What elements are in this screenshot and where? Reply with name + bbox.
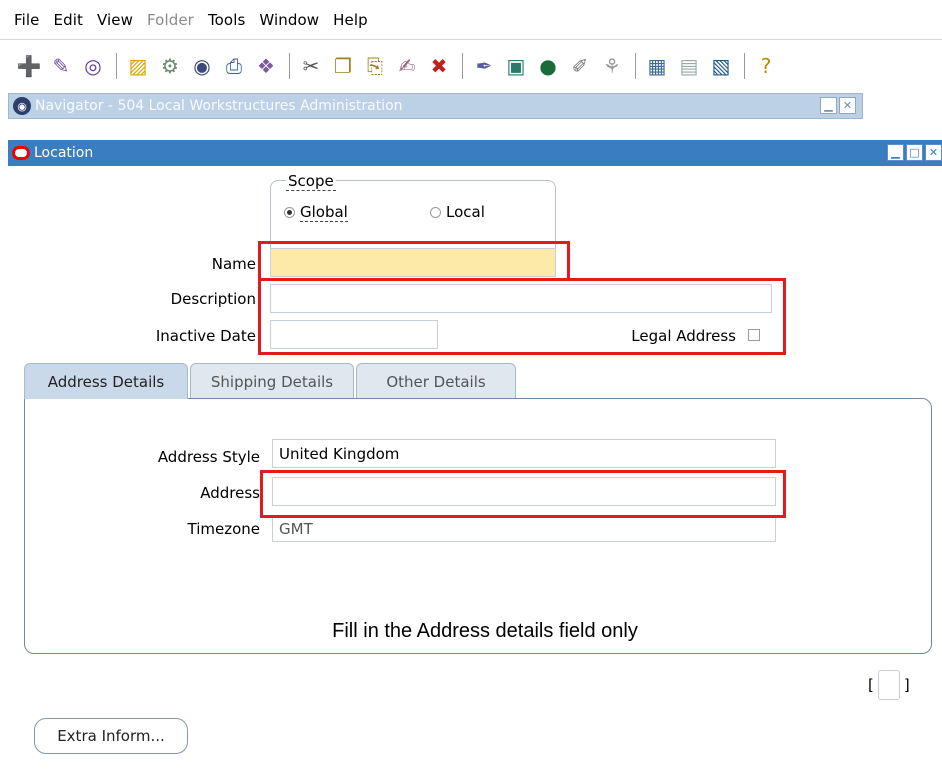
menu-tools[interactable]: Tools	[208, 11, 245, 29]
translations-icon[interactable]: ▣	[503, 53, 529, 79]
menu-help[interactable]: Help	[333, 11, 368, 29]
paste-icon[interactable]: ⎘	[362, 53, 388, 79]
bracket-close: ]	[903, 676, 910, 694]
tab-address-details-label: Address Details	[47, 372, 165, 391]
menu-edit[interactable]: Edit	[54, 11, 83, 29]
delete-record-icon[interactable]: ✖	[426, 53, 452, 79]
toolbar-separator	[635, 53, 636, 79]
tab-shipping-details[interactable]: Shipping Details	[190, 363, 354, 399]
toolbar: ➕ ✎ ◎ ▨ ⚙ ◉ ⎙ ❖ ✂ ❐ ⎘ ✍ ✖ ✒ ▣ ● ✐ ⚘ ▦ ▤ …	[0, 41, 942, 91]
description-label: Description	[170, 290, 256, 308]
radio-global-indicator[interactable]	[284, 207, 295, 218]
address-style-field[interactable]	[272, 439, 776, 468]
attachments-icon[interactable]: ✐	[567, 53, 593, 79]
minimize-icon[interactable]: ▁	[887, 144, 904, 161]
radio-local-indicator[interactable]	[430, 206, 441, 218]
extra-information-label: Extra Inform...	[57, 727, 165, 745]
address-style-label: Address Style	[157, 448, 260, 466]
scope-label: Scope	[286, 172, 336, 191]
name-label: Name	[211, 255, 256, 273]
minimize-icon[interactable]: ▁	[820, 97, 837, 114]
close-icon[interactable]: ✕	[925, 144, 942, 161]
toolbar-separator	[462, 53, 463, 79]
highlight-description-box	[258, 278, 786, 355]
menu-file[interactable]: File	[14, 11, 40, 29]
scope-global-radio[interactable]: Global	[284, 203, 348, 222]
navigator-window-titlebar[interactable]: ◉ Navigator - 504 Local Workstructures A…	[8, 93, 863, 119]
location-window-titlebar[interactable]: Location ▁ □ ✕	[8, 140, 942, 166]
timezone-field[interactable]	[272, 515, 776, 542]
clear-icon[interactable]: ▤	[676, 53, 702, 79]
window-icon[interactable]: ▧	[708, 53, 734, 79]
flashlight-icon[interactable]: ✎	[48, 53, 74, 79]
new-record-icon[interactable]: ✍	[394, 53, 420, 79]
timezone-label: Timezone	[187, 520, 261, 538]
close-form-icon[interactable]: ❖	[253, 53, 279, 79]
scope-global-label: Global	[300, 203, 348, 222]
toolbar-separator	[289, 53, 290, 79]
copy-icon[interactable]: ❐	[330, 53, 356, 79]
globe-icon[interactable]: ●	[535, 53, 561, 79]
tab-other-details[interactable]: Other Details	[356, 363, 516, 399]
calendar-icon[interactable]: ▦	[644, 53, 670, 79]
folder-tools-icon[interactable]: ⚘	[599, 53, 625, 79]
bracket-input[interactable]	[877, 670, 900, 700]
help-icon[interactable]: ?	[753, 53, 779, 79]
oracle-logo-icon	[12, 146, 30, 160]
cut-icon[interactable]: ✂	[298, 53, 324, 79]
instruction-text: Fill in the Address details field only	[332, 620, 638, 642]
menu-folder[interactable]: Folder	[147, 11, 194, 29]
tab-other-details-label: Other Details	[386, 372, 486, 391]
inactive-date-label: Inactive Date	[155, 327, 256, 345]
scope-local-radio[interactable]: Local	[430, 203, 485, 221]
new-icon[interactable]: ➕	[16, 53, 42, 79]
navigator-title: Navigator - 504 Local Workstructures Adm…	[35, 98, 403, 114]
edit-field-icon[interactable]: ✒	[471, 53, 497, 79]
print-icon[interactable]: ⎙	[221, 53, 247, 79]
address-label: Address	[200, 484, 260, 502]
toolbar-separator	[744, 53, 745, 79]
bracket-field: [ ]	[868, 670, 910, 700]
highlight-address-box	[260, 470, 786, 518]
location-window-controls: ▁ □ ✕	[887, 144, 942, 161]
menu-view[interactable]: View	[97, 11, 133, 29]
tab-address-details[interactable]: Address Details	[24, 363, 188, 399]
tab-shipping-details-label: Shipping Details	[210, 372, 334, 391]
navigator-window-controls: ▁ ✕	[820, 97, 856, 114]
highlight-name-box	[258, 241, 570, 281]
zoom-icon[interactable]: ⚙	[157, 53, 183, 79]
extra-information-button[interactable]: Extra Inform...	[34, 718, 188, 754]
bracket-open: [	[868, 676, 874, 694]
open-folder-icon[interactable]: ▨	[125, 53, 151, 79]
close-icon[interactable]: ✕	[839, 97, 856, 114]
save-icon[interactable]: ◉	[189, 53, 215, 79]
navigator-icon[interactable]: ◎	[80, 53, 106, 79]
maximize-icon[interactable]: □	[906, 144, 923, 161]
location-window-title: Location	[34, 145, 94, 161]
scope-local-label: Local	[446, 203, 485, 221]
toolbar-separator	[116, 53, 117, 79]
navigator-icon: ◉	[13, 97, 31, 115]
menu-bar: File Edit View Folder Tools Window Help	[0, 0, 942, 40]
menu-window[interactable]: Window	[259, 11, 319, 29]
